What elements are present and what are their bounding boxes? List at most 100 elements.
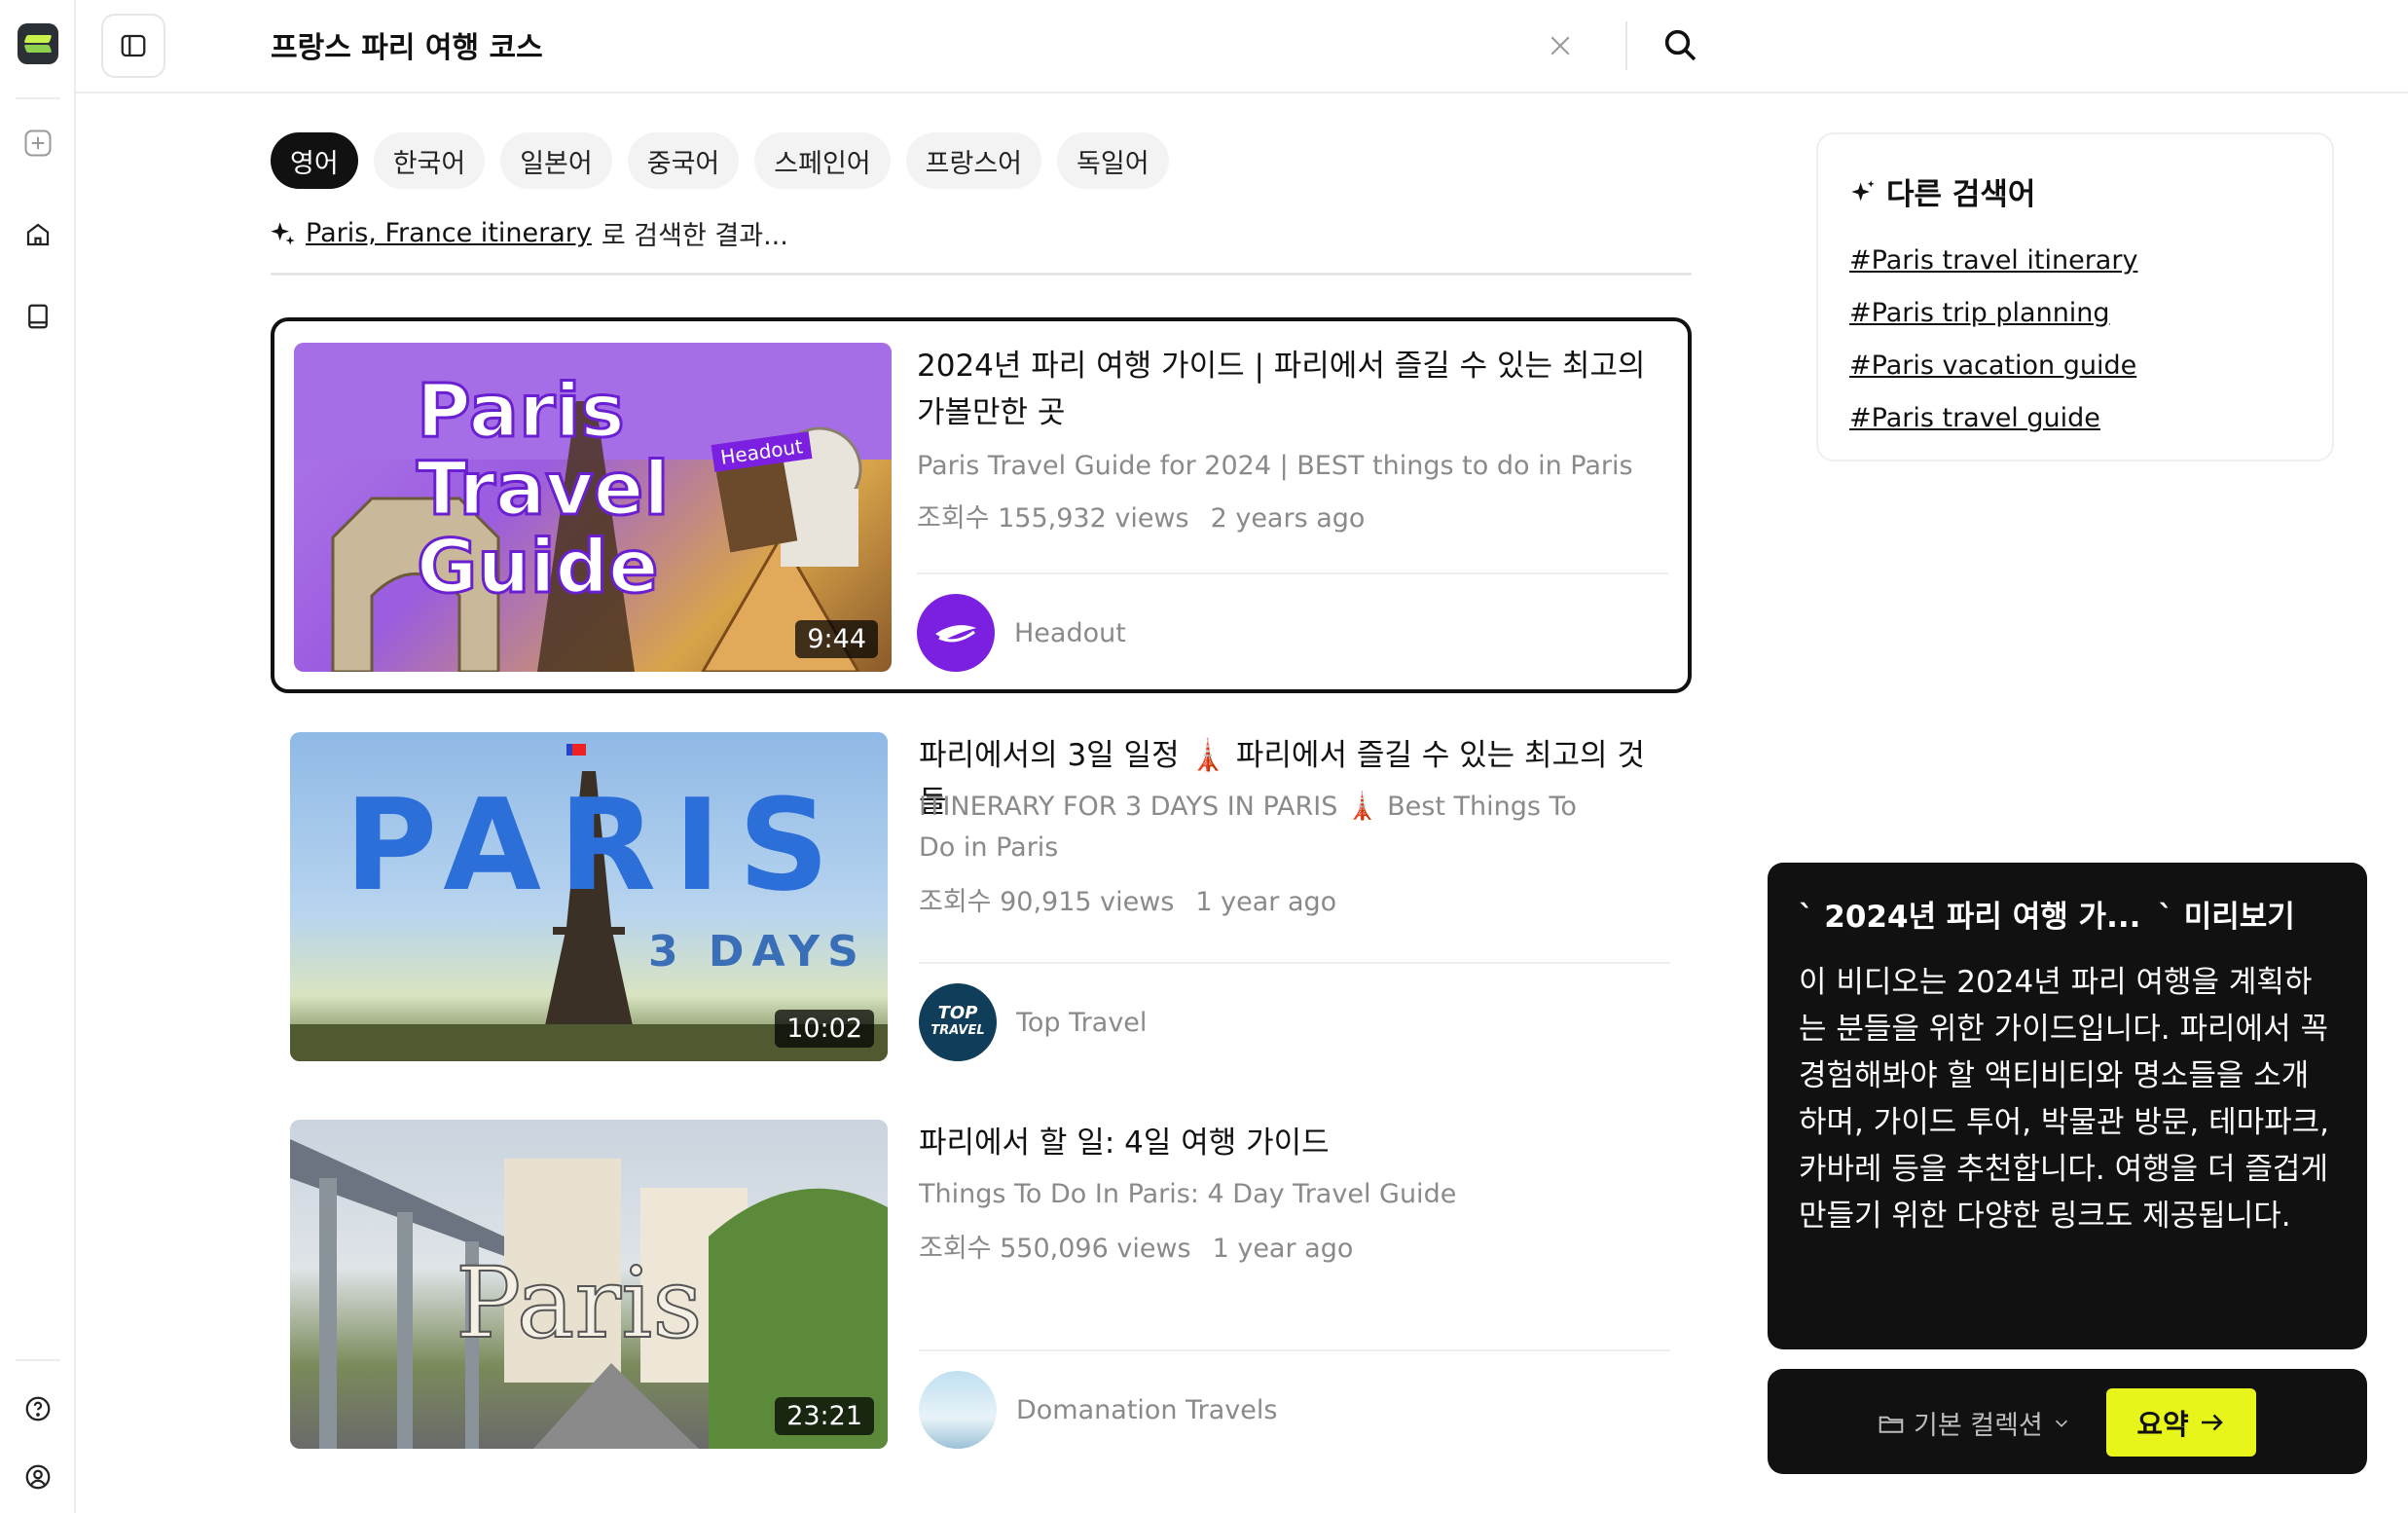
video-divider-2 <box>919 962 1670 964</box>
app-logo[interactable] <box>18 23 58 64</box>
library-button[interactable] <box>18 296 58 337</box>
video-duration-2: 10:02 <box>775 1010 874 1048</box>
video-card-1[interactable]: Paris Travel Guide Headout 9:44 2024년 파리… <box>271 317 1692 693</box>
preview-title-video: ` 2024년 파리 여행 가... <box>1799 900 2141 935</box>
clear-search-button[interactable] <box>1536 21 1585 70</box>
related-tag-1[interactable]: #Paris travel itinerary <box>1849 235 2301 287</box>
search-icon <box>1664 29 1697 61</box>
summary-label: 요약 <box>2136 1408 2189 1441</box>
video-age-2: 1 year ago <box>1195 887 1337 917</box>
collection-label: 기본 컬렉션 <box>1914 1411 2043 1441</box>
folder-icon <box>1879 1416 1904 1433</box>
summary-button[interactable]: 요약 <box>2106 1388 2256 1457</box>
sidebar-toggle-button[interactable] <box>101 14 165 78</box>
video-card-2[interactable]: PARIS 3 DAYS 10:02 파리에서의 3일 일정 🗼 파리에서 즐길… <box>271 732 1692 1063</box>
home-button[interactable] <box>18 214 58 255</box>
video-subtitle-1: Paris Travel Guide for 2024 | BEST thing… <box>917 451 1633 481</box>
video-duration-1: 9:44 <box>795 620 878 658</box>
channel-name-2: Top Travel <box>1016 1007 1148 1038</box>
arrow-right-icon <box>2201 1414 2223 1431</box>
close-icon <box>1551 36 1570 55</box>
action-bar: 기본 컬렉션 요약 <box>1768 1369 2367 1474</box>
user-icon <box>25 1464 51 1490</box>
channel-avatar-3 <box>919 1371 997 1449</box>
channel-2[interactable]: TOP TRAVEL Top Travel <box>919 983 1147 1061</box>
video-duration-3: 23:21 <box>775 1397 874 1435</box>
video-title-1[interactable]: 2024년 파리 여행 가이드 | 파리에서 즐길 수 있는 최고의 가볼만한 … <box>917 343 1657 436</box>
rail-divider-bottom <box>16 1359 60 1361</box>
help-icon <box>25 1396 51 1421</box>
tab-japanese[interactable]: 일본어 <box>500 132 612 189</box>
video-meta-2: 조회수 90,915 views 1 year ago <box>919 880 1336 918</box>
headout-logo-icon <box>935 625 976 643</box>
video-subtitle-2: ITINERARY FOR 3 DAYS IN PARIS 🗼 Best Thi… <box>919 792 1577 863</box>
channel-name-1: Headout <box>1014 617 1126 648</box>
search-query[interactable]: 프랑스 파리 여행 코스 <box>271 23 543 66</box>
video-age-3: 1 year ago <box>1212 1234 1354 1264</box>
video-divider-3 <box>919 1349 1670 1351</box>
thumb-text-1a: Paris <box>415 367 626 454</box>
results-divider <box>271 273 1692 276</box>
profile-button[interactable] <box>18 1457 58 1497</box>
sparkle-icon <box>1851 179 1875 201</box>
preview-body: 이 비디오는 2024년 파리 여행을 계획하는 분들을 위한 가이드입니다. … <box>1799 965 2330 1234</box>
video-views-2: 조회수 90,915 views <box>919 887 1175 917</box>
sidebar-icon <box>121 34 146 57</box>
video-divider-1 <box>917 572 1668 574</box>
related-searches-panel: 다른 검색어 #Paris travel itinerary #Paris tr… <box>1816 132 2334 461</box>
video-views-3: 조회수 550,096 views <box>919 1234 1191 1264</box>
video-card-3[interactable]: Paris 23:21 파리에서 할 일: 4일 여행 가이드 Things T… <box>271 1120 1692 1451</box>
thumb-text-1b: Travel <box>415 445 670 532</box>
related-tag-4[interactable]: #Paris travel guide <box>1849 392 2301 445</box>
preview-title-label: ` 미리보기 <box>2158 900 2295 935</box>
sparkle-icon <box>271 221 295 245</box>
video-meta-1: 조회수 155,932 views 2 years ago <box>917 497 1365 535</box>
home-icon <box>26 223 50 246</box>
video-views-1: 조회수 155,932 views <box>917 503 1189 534</box>
related-title-text: 다른 검색어 <box>1886 177 2036 212</box>
channel-avatar-1 <box>917 594 995 672</box>
collection-select[interactable]: 기본 컬렉션 <box>1877 1404 2072 1442</box>
book-icon <box>28 304 48 329</box>
video-thumbnail-1[interactable]: Paris Travel Guide Headout 9:44 <box>294 343 892 672</box>
avatar-text-2a: TOP <box>937 1003 978 1023</box>
tab-chinese[interactable]: 중국어 <box>627 132 740 189</box>
thumb-text-2b: 3 DAYS <box>648 927 866 977</box>
related-searches-title: 다른 검색어 <box>1849 169 2301 213</box>
left-rail <box>0 0 76 1513</box>
search-keyword-link[interactable]: Paris, France itinerary <box>306 218 592 248</box>
help-button[interactable] <box>18 1388 58 1429</box>
tab-korean[interactable]: 한국어 <box>373 132 486 189</box>
chevron-down-icon <box>2055 1420 2067 1427</box>
rail-divider <box>16 97 60 99</box>
video-age-1: 2 years ago <box>1210 503 1366 534</box>
search-button[interactable] <box>1653 18 1707 72</box>
search-note-suffix: 로 검색한 결과... <box>601 221 788 251</box>
video-thumbnail-3[interactable]: Paris 23:21 <box>290 1120 888 1449</box>
tab-spanish[interactable]: 스페인어 <box>754 132 891 189</box>
thumb-text-1c: Guide <box>415 523 659 609</box>
channel-3[interactable]: Domanation Travels <box>919 1371 1277 1449</box>
tab-english[interactable]: 영어 <box>271 132 358 189</box>
channel-avatar-2: TOP TRAVEL <box>919 983 997 1061</box>
tab-french[interactable]: 프랑스어 <box>905 132 1042 189</box>
search-result-note: Paris, France itinerary 로 검색한 결과... <box>269 214 788 252</box>
video-subtitle-3: Things To Do In Paris: 4 Day Travel Guid… <box>919 1179 1457 1209</box>
video-title-3[interactable]: 파리에서 할 일: 4일 여행 가이드 <box>919 1120 1659 1166</box>
video-preview-panel: ` 2024년 파리 여행 가... ` 미리보기 이 비디오는 2024년 파… <box>1768 863 2367 1349</box>
thumb-text-2a: PARIS <box>345 771 848 919</box>
related-tag-3[interactable]: #Paris vacation guide <box>1849 340 2301 392</box>
plus-icon <box>24 129 52 157</box>
channel-name-3: Domanation Travels <box>1016 1394 1278 1425</box>
top-bar: 프랑스 파리 여행 코스 <box>76 0 2408 93</box>
channel-1[interactable]: Headout <box>917 594 1126 672</box>
related-tag-2[interactable]: #Paris trip planning <box>1849 287 2301 340</box>
thumb-text-3: Paris <box>455 1245 704 1361</box>
new-button[interactable] <box>18 123 58 164</box>
video-thumbnail-2[interactable]: PARIS 3 DAYS 10:02 <box>290 732 888 1061</box>
preview-title: ` 2024년 파리 여행 가... ` 미리보기 <box>1799 892 2336 936</box>
topbar-divider <box>1625 21 1627 70</box>
language-tabs: 영어 한국어 일본어 중국어 스페인어 프랑스어 독일어 <box>271 132 1169 189</box>
video-meta-3: 조회수 550,096 views 1 year ago <box>919 1227 1353 1265</box>
tab-german[interactable]: 독일어 <box>1057 132 1169 189</box>
